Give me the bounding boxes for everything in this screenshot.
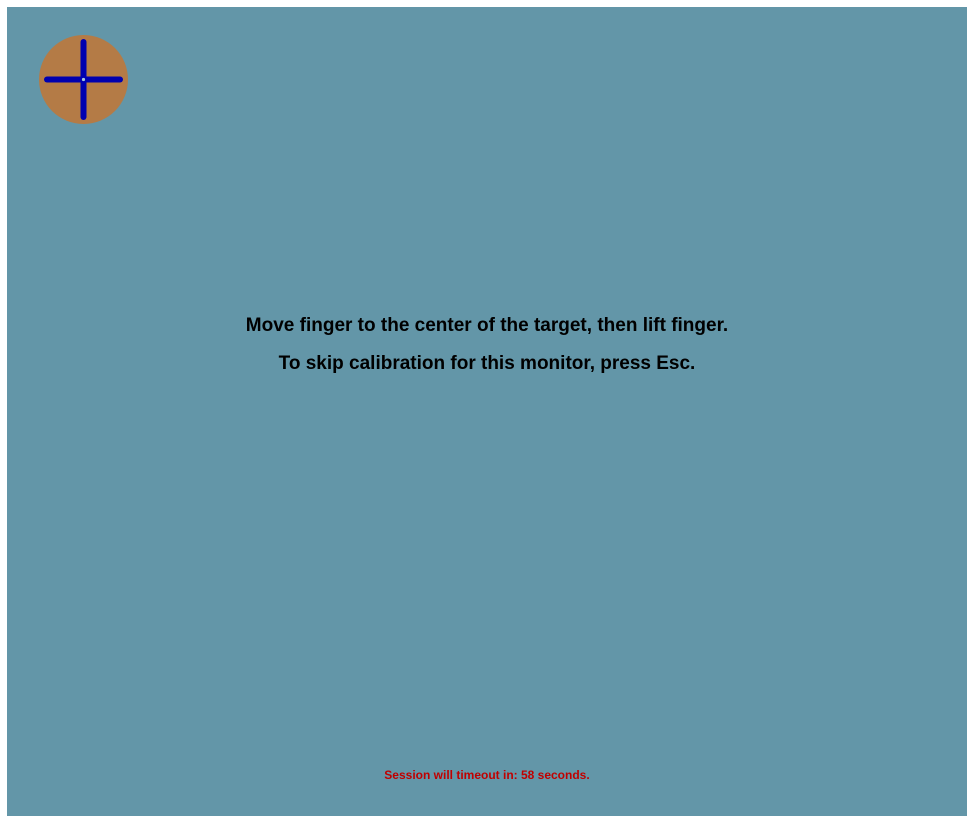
instruction-line-skip-esc: To skip calibration for this monitor, pr… <box>278 353 696 374</box>
instruction-line-move-finger: Move finger to the center of the target,… <box>245 315 729 336</box>
session-timeout-message: Session will timeout in: 58 seconds. <box>384 768 590 782</box>
calibration-target[interactable] <box>39 35 128 124</box>
calibration-screen[interactable]: Move finger to the center of the target,… <box>7 7 967 816</box>
calibration-instructions: Move finger to the center of the target,… <box>7 313 967 389</box>
calibration-crosshair-icon <box>39 35 128 124</box>
